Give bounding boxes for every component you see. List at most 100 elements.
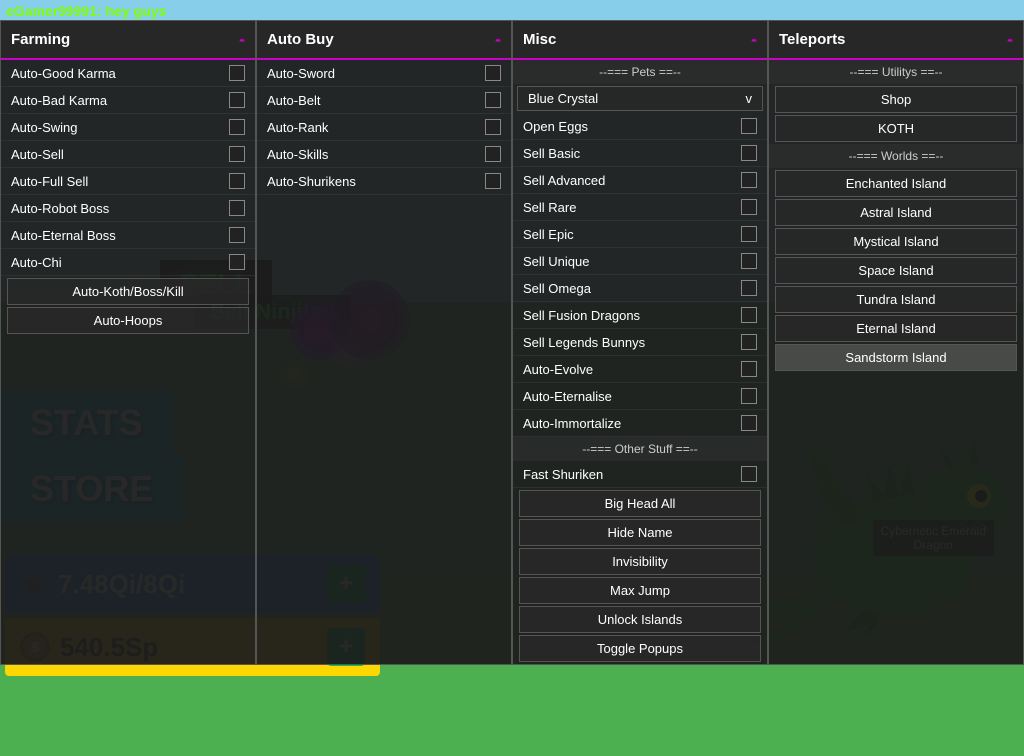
misc-checkbox-10[interactable] xyxy=(741,388,757,404)
misc-item-sell-omega[interactable]: Sell Omega xyxy=(513,275,767,302)
misc-label-2: Sell Advanced xyxy=(523,173,605,188)
misc-item-unlock-islands[interactable]: Unlock Islands xyxy=(519,606,761,633)
farming-item-koth[interactable]: Auto-Koth/Boss/Kill xyxy=(7,278,249,305)
misc-item-hide-name[interactable]: Hide Name xyxy=(519,519,761,546)
misc-checkbox-1[interactable] xyxy=(741,145,757,161)
farming-close-button[interactable]: - xyxy=(239,29,245,50)
farming-checkbox-4[interactable] xyxy=(229,173,245,189)
misc-close-button[interactable]: - xyxy=(751,29,757,50)
farming-item-chi[interactable]: Auto-Chi xyxy=(1,249,255,276)
auto-buy-item-sword[interactable]: Auto-Sword xyxy=(257,60,511,87)
misc-title: Misc xyxy=(523,31,556,48)
farming-label-2: Auto-Swing xyxy=(11,120,77,135)
teleport-item-astral[interactable]: Astral Island xyxy=(775,199,1017,226)
misc-checkbox-2[interactable] xyxy=(741,172,757,188)
auto-buy-label-1: Auto-Belt xyxy=(267,93,320,108)
misc-other-label-3: Invisibility xyxy=(612,554,668,569)
misc-item-eternalise[interactable]: Auto-Eternalise xyxy=(513,383,767,410)
misc-label-10: Auto-Eternalise xyxy=(523,389,612,404)
auto-buy-label-3: Auto-Skills xyxy=(267,147,328,162)
misc-checkbox-3[interactable] xyxy=(741,199,757,215)
misc-label-4: Sell Epic xyxy=(523,227,574,242)
pet-dropdown[interactable]: Blue Crystal v xyxy=(517,86,763,111)
farming-item-good-karma[interactable]: Auto-Good Karma xyxy=(1,60,255,87)
teleport-item-mystical[interactable]: Mystical Island xyxy=(775,228,1017,255)
auto-buy-item-belt[interactable]: Auto-Belt xyxy=(257,87,511,114)
misc-other-label-2: Hide Name xyxy=(607,525,672,540)
farming-checkbox-7[interactable] xyxy=(229,254,245,270)
auto-buy-checkbox-3[interactable] xyxy=(485,146,501,162)
other-stuff-header: --=== Other Stuff ==-- xyxy=(513,437,767,461)
farming-item-swing[interactable]: Auto-Swing xyxy=(1,114,255,141)
pet-dropdown-value: Blue Crystal xyxy=(528,91,598,106)
farming-item-sell[interactable]: Auto-Sell xyxy=(1,141,255,168)
auto-buy-checkbox-1[interactable] xyxy=(485,92,501,108)
teleport-item-sandstorm[interactable]: Sandstorm Island xyxy=(775,344,1017,371)
teleport-item-eternal[interactable]: Eternal Island xyxy=(775,315,1017,342)
teleport-world-label-4: Tundra Island xyxy=(856,292,935,307)
farming-label-6: Auto-Eternal Boss xyxy=(11,228,116,243)
misc-item-open-eggs[interactable]: Open Eggs xyxy=(513,113,767,140)
farming-item-full-sell[interactable]: Auto-Full Sell xyxy=(1,168,255,195)
teleports-title: Teleports xyxy=(779,31,845,48)
misc-checkbox-7[interactable] xyxy=(741,307,757,323)
farming-checkbox-0[interactable] xyxy=(229,65,245,81)
misc-item-fast-shuriken[interactable]: Fast Shuriken xyxy=(513,461,767,488)
farming-item-bad-karma[interactable]: Auto-Bad Karma xyxy=(1,87,255,114)
misc-label-5: Sell Unique xyxy=(523,254,590,269)
misc-checkbox-5[interactable] xyxy=(741,253,757,269)
auto-buy-checkbox-0[interactable] xyxy=(485,65,501,81)
misc-label-1: Sell Basic xyxy=(523,146,580,161)
misc-checkbox-11[interactable] xyxy=(741,415,757,431)
misc-item-evolve[interactable]: Auto-Evolve xyxy=(513,356,767,383)
misc-checkbox-4[interactable] xyxy=(741,226,757,242)
misc-item-toggle-popups[interactable]: Toggle Popups xyxy=(519,635,761,662)
auto-buy-checkbox-2[interactable] xyxy=(485,119,501,135)
teleport-item-tundra[interactable]: Tundra Island xyxy=(775,286,1017,313)
misc-checkbox-0[interactable] xyxy=(741,118,757,134)
auto-buy-checkbox-4[interactable] xyxy=(485,173,501,189)
farming-menu: Farming - Auto-Good Karma Auto-Bad Karma… xyxy=(0,20,256,665)
misc-label-6: Sell Omega xyxy=(523,281,591,296)
farming-checkbox-1[interactable] xyxy=(229,92,245,108)
misc-item-max-jump[interactable]: Max Jump xyxy=(519,577,761,604)
farming-checkbox-2[interactable] xyxy=(229,119,245,135)
farming-checkbox-3[interactable] xyxy=(229,146,245,162)
misc-checkbox-9[interactable] xyxy=(741,361,757,377)
auto-buy-item-skills[interactable]: Auto-Skills xyxy=(257,141,511,168)
teleport-item-koth[interactable]: KOTH xyxy=(775,115,1017,142)
auto-buy-item-rank[interactable]: Auto-Rank xyxy=(257,114,511,141)
farming-checkbox-6[interactable] xyxy=(229,227,245,243)
misc-item-sell-legends[interactable]: Sell Legends Bunnys xyxy=(513,329,767,356)
farming-checkbox-5[interactable] xyxy=(229,200,245,216)
misc-item-sell-advanced[interactable]: Sell Advanced xyxy=(513,167,767,194)
misc-label-3: Sell Rare xyxy=(523,200,576,215)
teleport-world-label-2: Mystical Island xyxy=(853,234,938,249)
teleport-item-space[interactable]: Space Island xyxy=(775,257,1017,284)
misc-item-sell-epic[interactable]: Sell Epic xyxy=(513,221,767,248)
farming-label-4: Auto-Full Sell xyxy=(11,174,88,189)
misc-item-sell-unique[interactable]: Sell Unique xyxy=(513,248,767,275)
farming-label-7: Auto-Chi xyxy=(11,255,62,270)
farming-item-eternal-boss[interactable]: Auto-Eternal Boss xyxy=(1,222,255,249)
teleport-item-shop[interactable]: Shop xyxy=(775,86,1017,113)
misc-other-label-5: Unlock Islands xyxy=(598,612,683,627)
misc-item-big-head[interactable]: Big Head All xyxy=(519,490,761,517)
misc-item-sell-basic[interactable]: Sell Basic xyxy=(513,140,767,167)
teleports-close-button[interactable]: - xyxy=(1007,29,1013,50)
misc-item-sell-rare[interactable]: Sell Rare xyxy=(513,194,767,221)
pet-dropdown-arrow: v xyxy=(746,91,753,106)
misc-other-checkbox-0[interactable] xyxy=(741,466,757,482)
farming-item-hoops[interactable]: Auto-Hoops xyxy=(7,307,249,334)
misc-item-invisibility[interactable]: Invisibility xyxy=(519,548,761,575)
misc-item-immortalize[interactable]: Auto-Immortalize xyxy=(513,410,767,437)
auto-buy-item-shurikens[interactable]: Auto-Shurikens xyxy=(257,168,511,195)
misc-checkbox-8[interactable] xyxy=(741,334,757,350)
teleport-item-enchanted[interactable]: Enchanted Island xyxy=(775,170,1017,197)
auto-buy-close-button[interactable]: - xyxy=(495,29,501,50)
teleport-world-label-6: Sandstorm Island xyxy=(845,350,946,365)
farming-item-robot-boss[interactable]: Auto-Robot Boss xyxy=(1,195,255,222)
misc-checkbox-6[interactable] xyxy=(741,280,757,296)
misc-item-sell-fusion[interactable]: Sell Fusion Dragons xyxy=(513,302,767,329)
misc-label-7: Sell Fusion Dragons xyxy=(523,308,640,323)
